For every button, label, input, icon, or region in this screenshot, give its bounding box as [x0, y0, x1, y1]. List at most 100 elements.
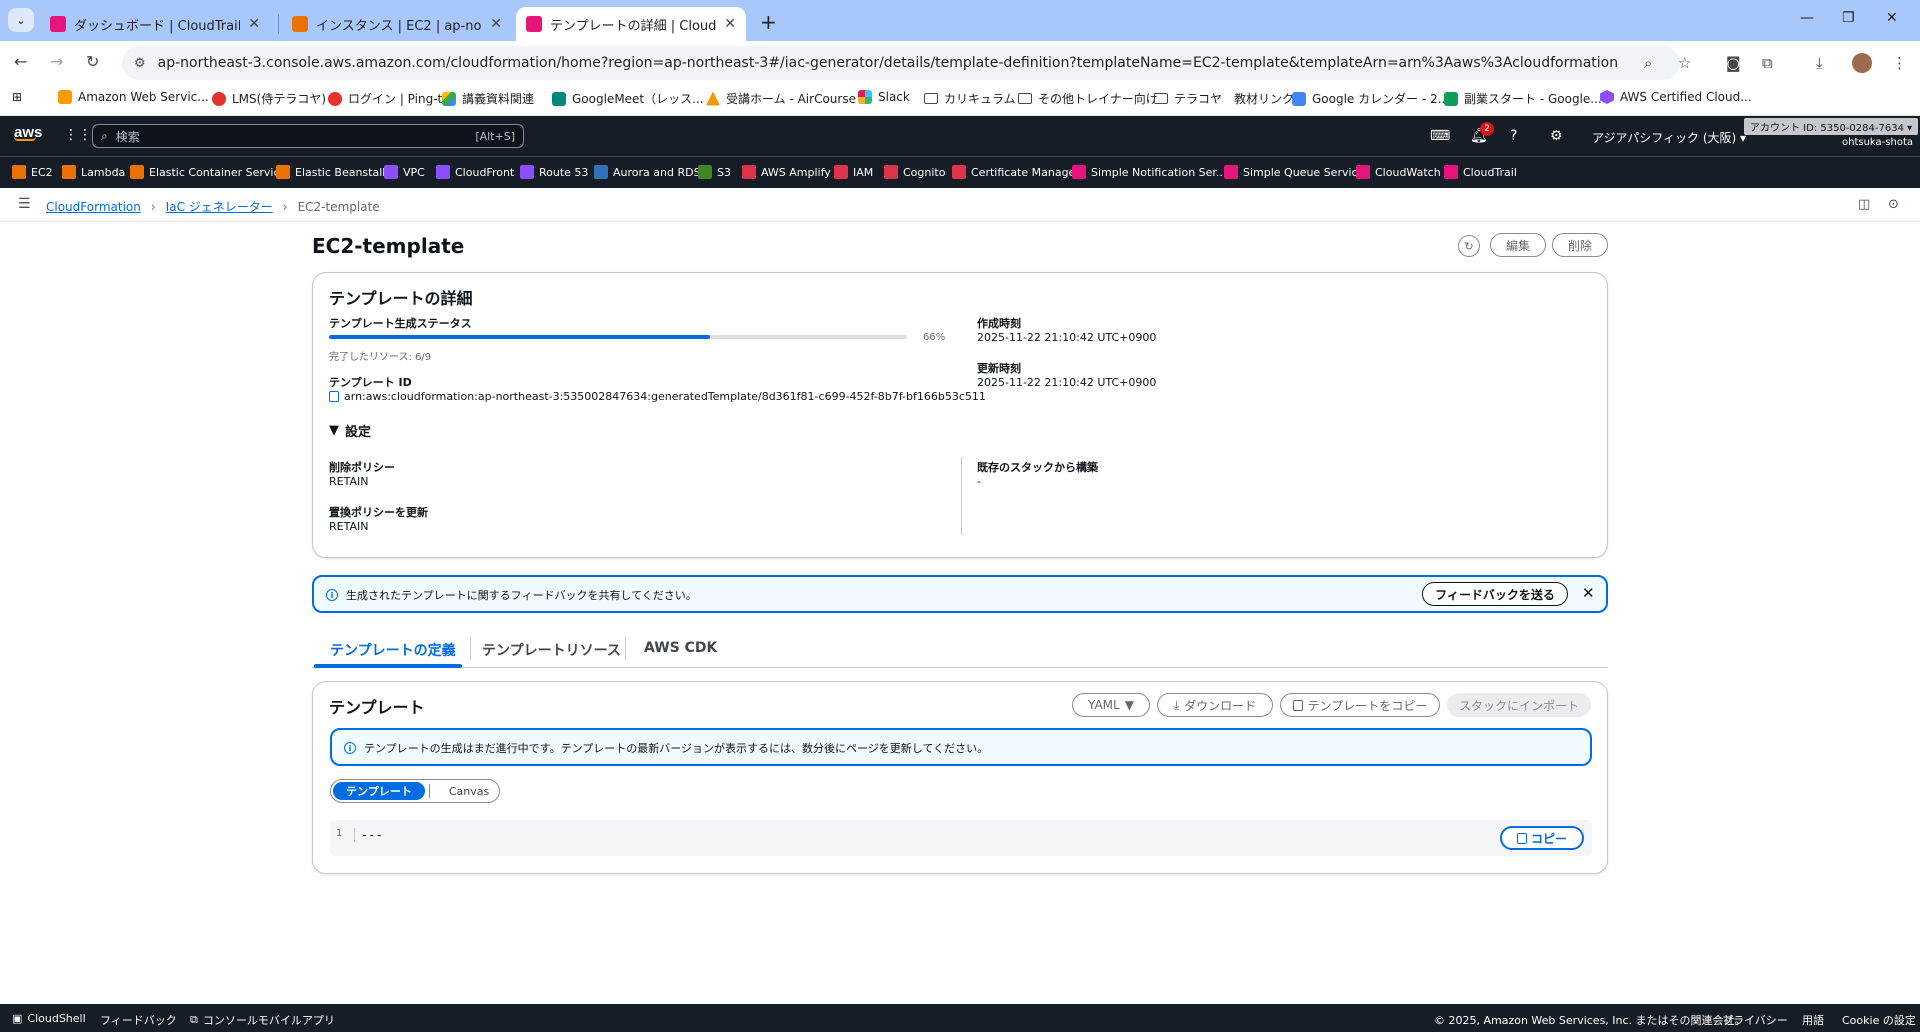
- service-link[interactable]: Route 53: [520, 165, 588, 179]
- tab-template-definition[interactable]: テンプレートの定義: [330, 640, 456, 660]
- service-link[interactable]: AWS Amplify: [742, 165, 831, 179]
- bookmark-item[interactable]: ログイン | Ping-t: [328, 90, 442, 107]
- bookmark-folder[interactable]: その他トレイナー向け: [1018, 90, 1158, 107]
- bookmark-star-icon[interactable]: ☆: [1678, 54, 1691, 72]
- help-icon[interactable]: ?: [1510, 128, 1517, 144]
- apps-grid-icon[interactable]: ⊞: [12, 90, 22, 104]
- download-button[interactable]: ⤓ ダウンロード: [1157, 693, 1273, 717]
- service-link[interactable]: EC2: [12, 165, 53, 179]
- service-link[interactable]: CloudTrail: [1444, 165, 1517, 179]
- bookmark-folder[interactable]: カリキュラム: [924, 90, 1016, 107]
- format-dropdown[interactable]: YAML ▼: [1072, 693, 1150, 717]
- tab-template-resources[interactable]: テンプレートリソース: [482, 640, 621, 660]
- bookmark-folder[interactable]: テラコヤ 教材リンク: [1154, 90, 1294, 107]
- copy-code-button[interactable]: コピー: [1500, 826, 1584, 850]
- send-feedback-button[interactable]: フィードバックを送る: [1422, 582, 1568, 606]
- close-icon[interactable]: ✕: [724, 16, 736, 32]
- cookie-settings-link[interactable]: Cookie の設定: [1842, 1012, 1916, 1028]
- code-editor[interactable]: 1 --- コピー: [330, 820, 1592, 856]
- tab-search-button[interactable]: ⌄: [8, 8, 34, 32]
- browser-tab[interactable]: ダッシュボード | CloudTrail | ap-nor ✕: [40, 7, 270, 41]
- service-link[interactable]: S3: [698, 165, 731, 179]
- bookmark-item[interactable]: 受講ホーム - AirCourse: [706, 90, 856, 107]
- copy-template-button[interactable]: テンプレートをコピー: [1280, 693, 1440, 717]
- segment-template[interactable]: テンプレート: [333, 782, 425, 800]
- footer-feedback-link[interactable]: フィードバック: [100, 1012, 177, 1028]
- gear-icon[interactable]: ⚙: [1550, 128, 1563, 144]
- service-link[interactable]: Simple Queue Service: [1224, 165, 1364, 179]
- minimize-icon[interactable]: —: [1800, 10, 1814, 26]
- address-bar[interactable]: ⚙ ap-northeast-3.console.aws.amazon.com/…: [122, 46, 1680, 80]
- delete-button[interactable]: 削除: [1552, 233, 1608, 257]
- service-link[interactable]: CloudFront: [436, 165, 514, 179]
- bookmark-item[interactable]: 副業スタート - Google...: [1444, 90, 1602, 107]
- service-link[interactable]: Cognito: [884, 165, 945, 179]
- region-selector[interactable]: アジアパシフィック (大阪) ▾: [1592, 129, 1746, 146]
- created-value: 2025-11-22 21:10:42 UTC+0900: [977, 331, 1157, 344]
- bookmark-item[interactable]: LMS(侍テラコヤ): [212, 90, 326, 107]
- segment-canvas[interactable]: Canvas: [439, 782, 499, 800]
- aws-logo[interactable]: aws: [14, 124, 42, 141]
- aws-search-input[interactable]: ⌕ 検索 [Alt+S]: [92, 124, 524, 148]
- bookmark-item[interactable]: Google カレンダー - 2...: [1292, 90, 1449, 107]
- tab-divider: [278, 14, 279, 34]
- terms-link[interactable]: 用語: [1802, 1012, 1824, 1028]
- close-icon[interactable]: ✕: [1582, 584, 1595, 602]
- bookmark-item[interactable]: GoogleMeet（レッス...: [552, 90, 704, 107]
- service-link[interactable]: Elastic Beanstalk: [276, 165, 389, 179]
- bookmark-item[interactable]: Slack: [858, 90, 910, 104]
- cloudshell-link[interactable]: ▣ CloudShell: [12, 1012, 86, 1025]
- settings-expander[interactable]: ▼ 設定: [329, 421, 371, 440]
- user-name[interactable]: ohtsuka-shota: [1842, 137, 1913, 148]
- tab-aws-cdk[interactable]: AWS CDK: [644, 640, 717, 656]
- cloudshell-icon[interactable]: ⌨: [1430, 128, 1450, 144]
- close-window-icon[interactable]: ✕: [1886, 10, 1898, 26]
- copy-icon[interactable]: [329, 391, 339, 402]
- import-to-stack-button[interactable]: スタックにインポート: [1447, 693, 1591, 717]
- url-text: ap-northeast-3.console.aws.amazon.com/cl…: [157, 55, 1618, 71]
- screenshot-icon[interactable]: ◙: [1726, 54, 1741, 72]
- close-icon[interactable]: ✕: [248, 16, 260, 32]
- browser-tab[interactable]: インスタンス | EC2 | ap-northeast- ✕: [282, 7, 512, 41]
- cloudfront-icon: [436, 165, 450, 179]
- zoom-icon[interactable]: ⌕: [1644, 54, 1652, 72]
- menu-dots-icon[interactable]: ⋮: [1892, 54, 1907, 72]
- refresh-button[interactable]: ↻: [1458, 235, 1480, 257]
- site-info-icon[interactable]: ⚙: [134, 56, 146, 71]
- close-icon[interactable]: ✕: [490, 16, 502, 32]
- privacy-link[interactable]: プライバシー: [1722, 1012, 1788, 1028]
- new-tab-button[interactable]: +: [760, 10, 777, 34]
- restore-icon[interactable]: ❐: [1842, 10, 1855, 26]
- forward-arrow-icon[interactable]: →: [50, 52, 63, 71]
- service-link[interactable]: VPC: [384, 165, 425, 179]
- service-link[interactable]: Lambda: [62, 165, 125, 179]
- service-link[interactable]: Aurora and RDS: [594, 165, 701, 179]
- account-menu[interactable]: アカウント ID: 5350-0284-7634 ▾: [1744, 118, 1919, 135]
- breadcrumb-cloudformation[interactable]: CloudFormation: [46, 200, 141, 214]
- reload-icon[interactable]: ↻: [86, 52, 99, 71]
- bookmark-item[interactable]: AWS Certified Cloud...: [1600, 90, 1752, 104]
- back-arrow-icon[interactable]: ←: [14, 52, 27, 71]
- split-panel-icon[interactable]: ◫: [1858, 197, 1870, 212]
- edit-button[interactable]: 編集: [1490, 233, 1546, 257]
- service-link[interactable]: IAM: [834, 165, 873, 179]
- service-link[interactable]: Elastic Container Service: [130, 165, 286, 179]
- notification-badge: 2: [1480, 122, 1494, 136]
- mobile-app-link[interactable]: ⧉ コンソールモバイルアプリ: [190, 1012, 335, 1028]
- aws-top-nav: aws ⋮⋮⋮ ⌕ 検索 [Alt+S] ⌨ 🔔︎ 2 ? ⚙ アジアパシフィッ…: [0, 116, 1920, 156]
- service-link[interactable]: Simple Notification Ser...: [1072, 165, 1226, 179]
- aircourse-icon: [706, 91, 720, 106]
- download-icon[interactable]: ⤓: [1816, 54, 1823, 72]
- bookmark-label: カリキュラム: [944, 92, 1016, 106]
- hamburger-menu-icon[interactable]: ☰: [18, 196, 31, 212]
- bookmark-item[interactable]: Amazon Web Servic...: [58, 90, 209, 104]
- bookmark-item[interactable]: 講義資料関連: [442, 90, 534, 107]
- browser-tab-active[interactable]: テンプレートの詳細 | CloudFormati ✕: [516, 7, 746, 41]
- profile-avatar[interactable]: [1852, 53, 1872, 73]
- breadcrumb-iac-generator[interactable]: IaC ジェネレーター: [166, 198, 273, 215]
- active-tab-indicator: [314, 664, 462, 668]
- service-link[interactable]: CloudWatch: [1356, 165, 1441, 179]
- service-link[interactable]: Certificate Manager: [952, 165, 1080, 179]
- settings-circle-icon[interactable]: ⊙: [1888, 197, 1899, 212]
- extensions-icon[interactable]: ⧉: [1762, 54, 1773, 72]
